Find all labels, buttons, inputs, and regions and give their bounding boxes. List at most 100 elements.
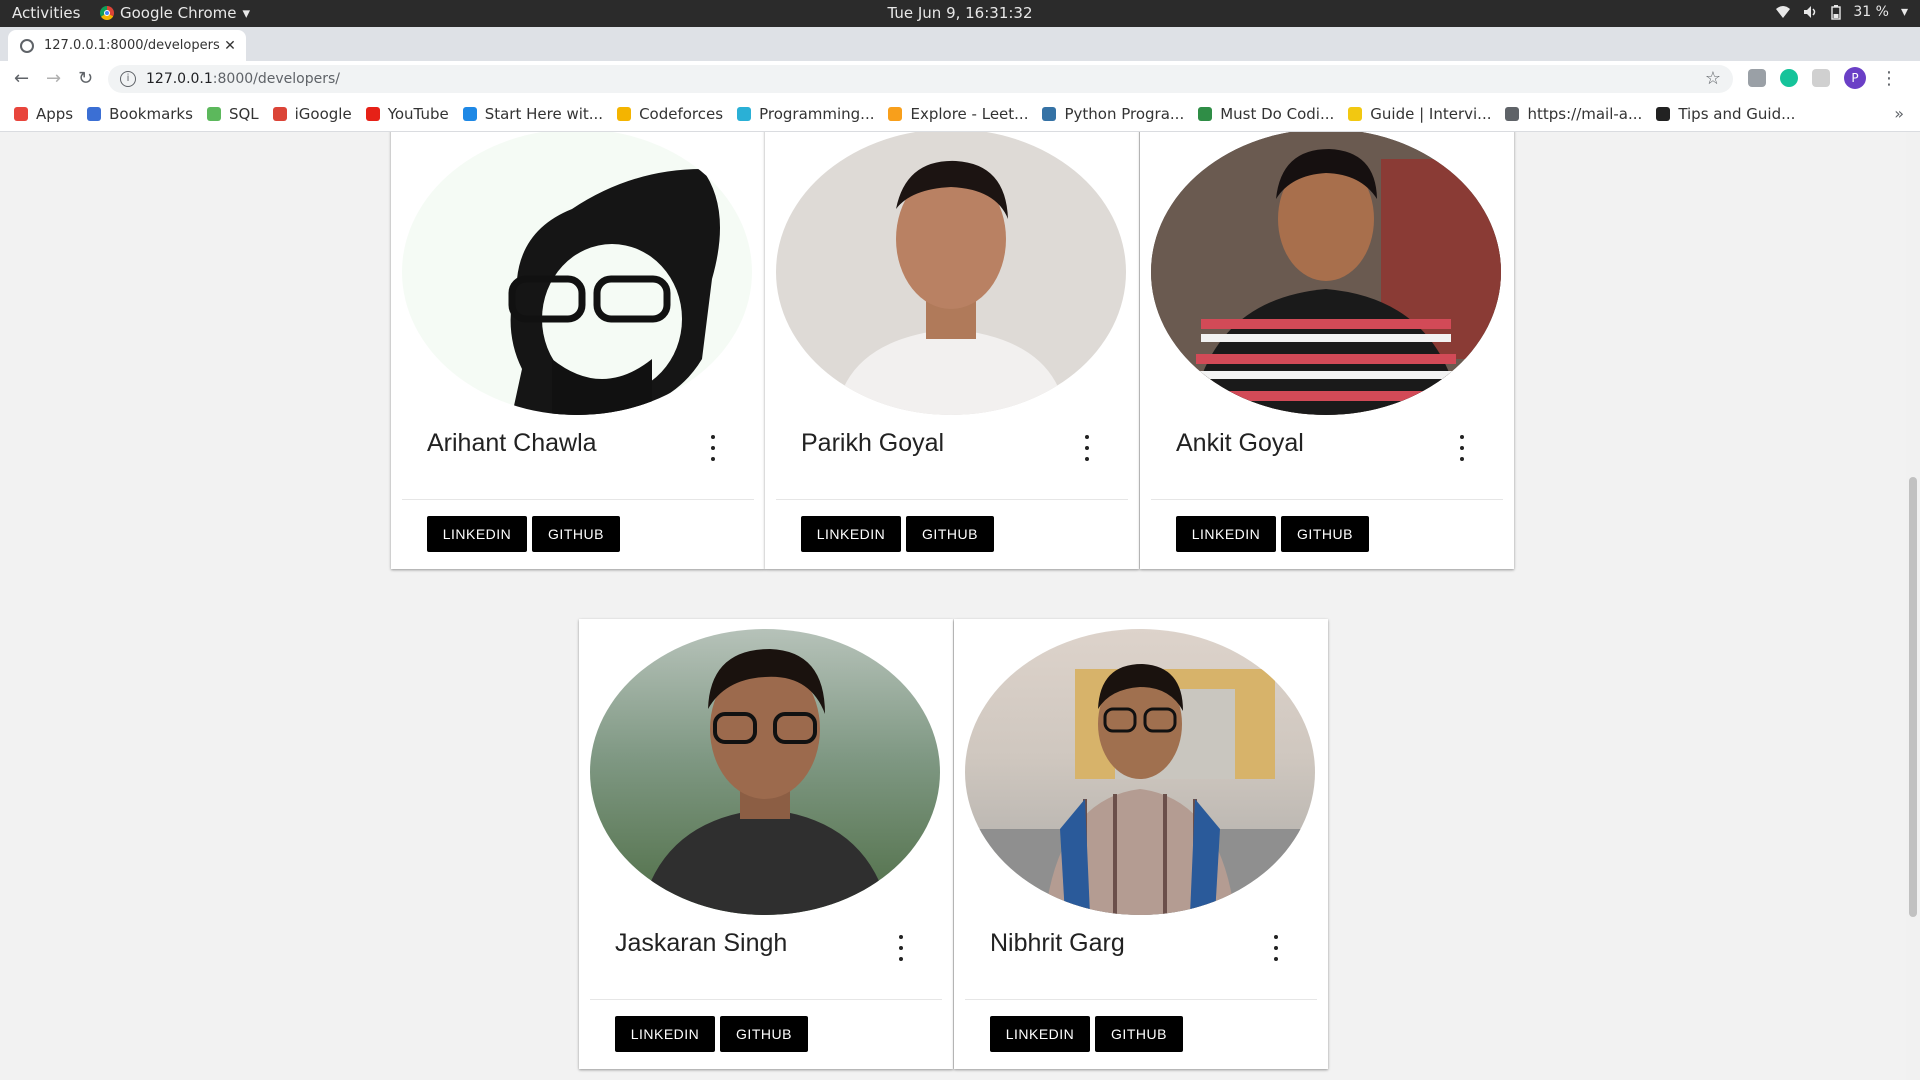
bookmark-item[interactable]: Must Do Codi... <box>1198 105 1334 123</box>
youtube-icon <box>365 107 380 121</box>
globe-icon <box>1505 107 1520 121</box>
leetcode-icon <box>888 107 903 121</box>
address-bar[interactable]: i 127.0.0.1:8000/developers/ ☆ <box>108 65 1733 93</box>
developer-name: Nibhrit Garg <box>990 929 1125 957</box>
chevron-down-icon: ▾ <box>1900 4 1908 20</box>
developer-name: Arihant Chawla <box>427 429 597 457</box>
bookmark-label: Programming... <box>759 105 875 123</box>
linkedin-button[interactable]: LINKEDIN <box>615 1016 715 1052</box>
developer-name: Jaskaran Singh <box>615 929 788 957</box>
profile-avatar[interactable]: P <box>1844 67 1866 89</box>
grammarly-extension-icon[interactable] <box>1780 69 1798 87</box>
clock[interactable]: Tue Jun 9, 16:31:32 <box>887 4 1032 22</box>
more-vert-icon[interactable] <box>705 435 721 461</box>
battery-level: 31 % <box>1853 4 1889 20</box>
developer-photo <box>1151 132 1501 415</box>
developer-photo <box>965 629 1315 915</box>
p-icon <box>462 107 477 121</box>
developer-name: Ankit Goyal <box>1176 429 1304 457</box>
app-name: Google Chrome <box>120 4 237 22</box>
developer-photo <box>590 629 940 915</box>
bookmark-item[interactable]: Explore - Leet... <box>888 105 1028 123</box>
card-divider <box>1151 499 1503 500</box>
volume-icon <box>1804 6 1816 18</box>
url-path: :8000/developers/ <box>212 71 340 87</box>
ib-icon <box>737 107 752 121</box>
bookmark-label: Tips and Guid... <box>1678 105 1796 123</box>
reload-icon[interactable]: ↻ <box>78 68 93 89</box>
more-vert-icon[interactable] <box>1454 435 1470 461</box>
bookmark-label: https://mail-a... <box>1527 105 1643 123</box>
github-button[interactable]: GITHUB <box>720 1016 808 1052</box>
bookmark-item[interactable]: Apps <box>14 105 73 123</box>
bookmark-label: iGoogle <box>294 105 352 123</box>
browser-tab[interactable]: 127.0.0.1:8000/developers/ ✕ <box>8 30 246 61</box>
card-divider <box>965 999 1317 1000</box>
github-button[interactable]: GITHUB <box>1095 1016 1183 1052</box>
bookmark-item[interactable]: https://mail-a... <box>1505 105 1642 123</box>
developers-page: Arihant Chawla LINKEDIN GITHUB Parikh Goyal… <box>0 132 1906 1080</box>
chrome-menu-icon[interactable]: ⋮ <box>1880 68 1898 89</box>
developer-card: Ankit Goyal LINKEDIN GITHUB <box>1140 132 1514 569</box>
google-icon <box>272 107 287 121</box>
github-button[interactable]: GITHUB <box>532 516 620 552</box>
back-icon[interactable]: ← <box>14 68 29 89</box>
forward-icon[interactable]: → <box>46 68 61 89</box>
developer-photo <box>776 132 1126 415</box>
more-vert-icon[interactable] <box>1079 435 1095 461</box>
bookmark-label: Start Here wit... <box>484 105 604 123</box>
linkedin-button[interactable]: LINKEDIN <box>801 516 901 552</box>
bookmark-item[interactable]: Tips and Guid... <box>1656 105 1795 123</box>
codeforces-icon <box>617 107 632 121</box>
system-status-menu[interactable]: 31 % ▾ <box>1775 4 1908 20</box>
eyedropper-extension-icon[interactable] <box>1748 69 1766 87</box>
bookmark-item[interactable]: Python Progra... <box>1042 105 1184 123</box>
close-tab-icon[interactable]: ✕ <box>220 38 240 54</box>
globe-icon <box>20 38 34 53</box>
star-icon <box>87 107 102 121</box>
activities-button[interactable]: Activities <box>12 4 80 22</box>
bookmark-item[interactable]: YouTube <box>365 105 449 123</box>
toolbar-actions: P ⋮ <box>1748 67 1898 89</box>
bookmark-item[interactable]: Bookmarks <box>87 105 193 123</box>
wifi-icon <box>1776 6 1791 18</box>
cast-extension-icon[interactable] <box>1812 69 1830 87</box>
browser-toolbar: ← → ↻ i 127.0.0.1:8000/developers/ ☆ P ⋮ <box>0 61 1920 97</box>
github-button[interactable]: GITHUB <box>906 516 994 552</box>
bookmark-star-icon[interactable]: ☆ <box>1705 68 1721 89</box>
bookmark-label: Python Progra... <box>1064 105 1185 123</box>
tab-strip: 127.0.0.1:8000/developers/ ✕ + — ❐ ✕ <box>0 27 1920 83</box>
more-vert-icon[interactable] <box>1268 935 1284 961</box>
sql-icon <box>206 107 221 121</box>
app-menu[interactable]: Google Chrome ▾ <box>100 4 250 22</box>
bookmark-item[interactable]: iGoogle <box>272 105 352 123</box>
linkedin-button[interactable]: LINKEDIN <box>990 1016 1090 1052</box>
linkedin-button[interactable]: LINKEDIN <box>1176 516 1276 552</box>
card-divider <box>402 499 754 500</box>
python-icon <box>1042 107 1057 121</box>
developer-card: Parikh Goyal LINKEDIN GITHUB <box>765 132 1139 569</box>
more-bookmarks-icon[interactable]: » <box>1894 104 1904 123</box>
bookmark-label: Explore - Leet... <box>910 105 1029 123</box>
site-info-icon[interactable]: i <box>120 71 136 87</box>
linkedin-button[interactable]: LINKEDIN <box>427 516 527 552</box>
bookmark-label: Guide | Intervi... <box>1370 105 1492 123</box>
hackerearth-icon <box>1656 107 1671 121</box>
bookmark-item[interactable]: Codeforces <box>617 105 723 123</box>
developer-card: Nibhrit Garg LINKEDIN GITHUB <box>954 619 1328 1069</box>
card-divider <box>590 999 942 1000</box>
bookmark-label: Apps <box>36 105 74 123</box>
gfg-icon <box>1198 107 1213 121</box>
github-button[interactable]: GITHUB <box>1281 516 1369 552</box>
bookmark-item[interactable]: SQL <box>206 105 259 123</box>
developer-card: Arihant Chawla LINKEDIN GITHUB <box>391 132 765 569</box>
url-text: 127.0.0.1:8000/developers/ <box>146 71 340 87</box>
chrome-icon <box>100 6 114 20</box>
page-scrollbar[interactable] <box>1906 132 1920 1080</box>
bookmark-item[interactable]: Guide | Intervi... <box>1348 105 1491 123</box>
bookmark-item[interactable]: Programming... <box>737 105 874 123</box>
bookmark-label: Must Do Codi... <box>1220 105 1335 123</box>
scrollbar-thumb[interactable] <box>1909 477 1917 917</box>
more-vert-icon[interactable] <box>893 935 909 961</box>
bookmark-item[interactable]: Start Here wit... <box>462 105 604 123</box>
